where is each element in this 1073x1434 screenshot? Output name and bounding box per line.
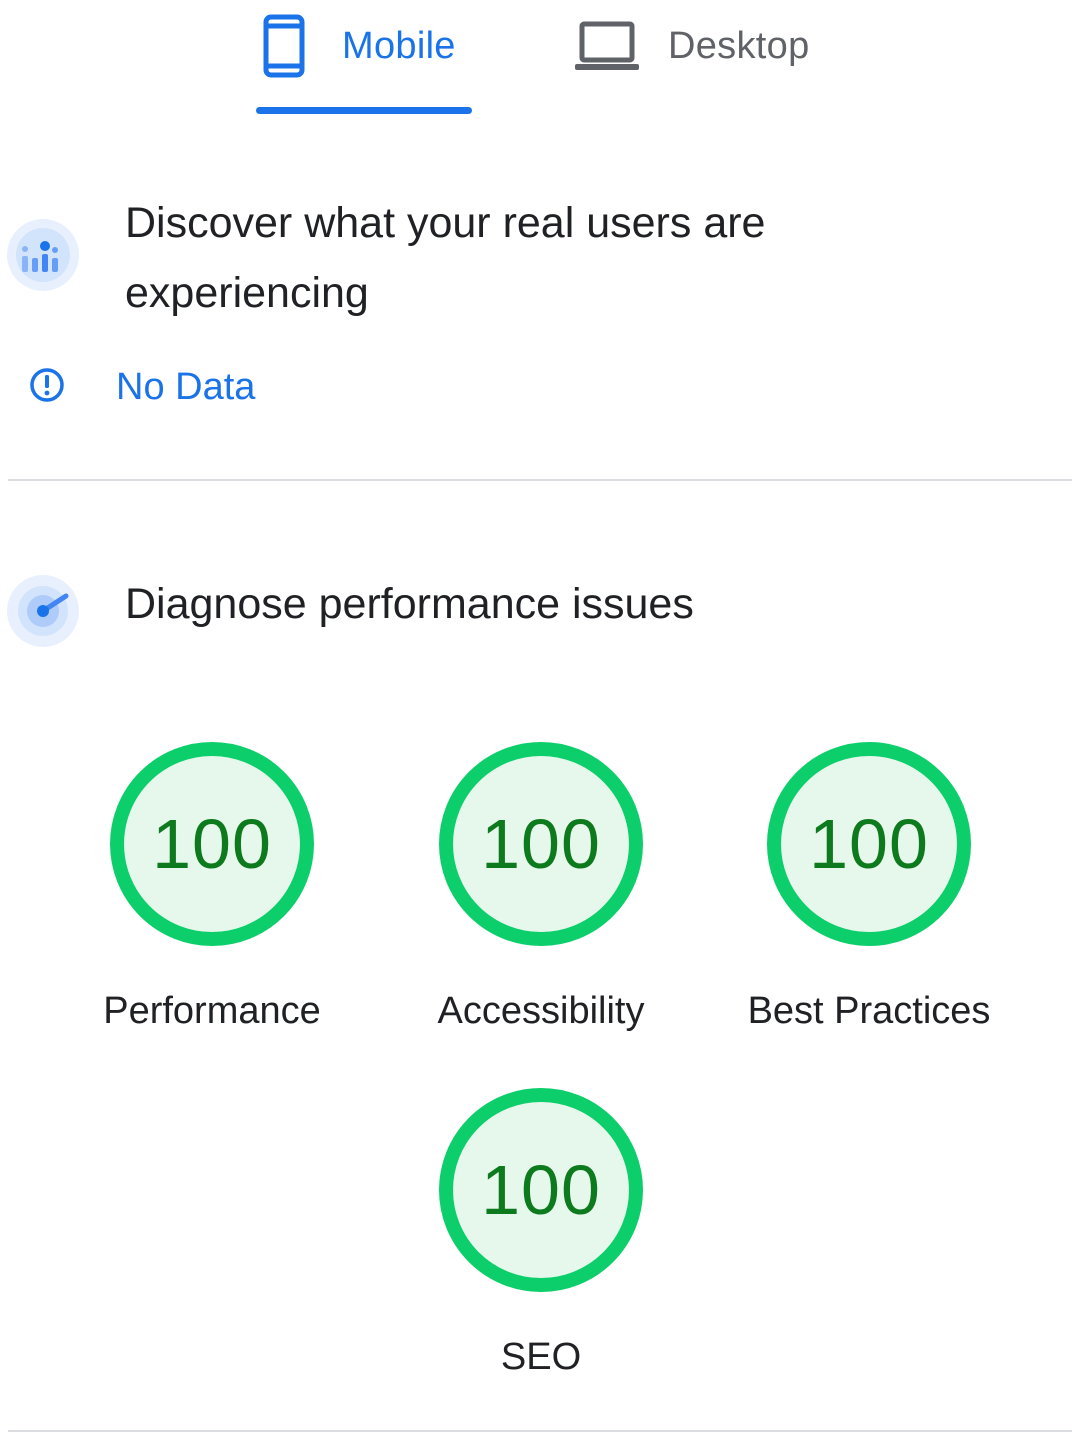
score-ring: 100 <box>435 738 647 950</box>
score-value: 100 <box>152 805 272 883</box>
device-tabs: Mobile Desktop <box>0 0 1073 120</box>
score-gauge-performance[interactable]: 100 Performance <box>52 738 372 1033</box>
score-ring: 100 <box>763 738 975 950</box>
field-data-status: No Data <box>28 366 255 409</box>
tab-mobile-label: Mobile <box>342 24 456 67</box>
info-circle-icon <box>28 366 66 409</box>
score-gauge-accessibility[interactable]: 100 Accessibility <box>381 738 701 1033</box>
tab-desktop[interactable]: Desktop <box>574 14 810 78</box>
score-label: Accessibility <box>437 990 645 1032</box>
tab-desktop-label: Desktop <box>668 24 810 67</box>
score-value: 100 <box>809 805 929 883</box>
active-tab-indicator <box>256 107 472 114</box>
lab-data-header: Diagnose performance issues <box>0 570 1073 650</box>
no-data-label: No Data <box>116 366 256 408</box>
laptop-icon <box>574 18 640 74</box>
field-data-title: Discover what your real users are experi… <box>125 199 766 317</box>
lighthouse-gauge-icon <box>6 574 80 648</box>
score-value: 100 <box>481 805 601 883</box>
score-ring: 100 <box>435 1084 647 1296</box>
score-value: 100 <box>481 1151 601 1229</box>
crux-chart-icon <box>6 218 80 292</box>
tab-mobile[interactable]: Mobile <box>262 14 456 78</box>
lab-data-title: Diagnose performance issues <box>125 580 694 628</box>
score-gauge-seo[interactable]: 100 SEO <box>381 1084 701 1379</box>
score-gauge-best-practices[interactable]: 100 Best Practices <box>709 738 1029 1033</box>
score-ring: 100 <box>106 738 318 950</box>
section-divider <box>8 1430 1072 1432</box>
score-label: SEO <box>500 1336 582 1378</box>
smartphone-icon <box>262 14 306 78</box>
score-label: Performance <box>103 990 321 1032</box>
section-divider <box>8 479 1072 481</box>
score-label: Best Practices <box>747 990 991 1032</box>
